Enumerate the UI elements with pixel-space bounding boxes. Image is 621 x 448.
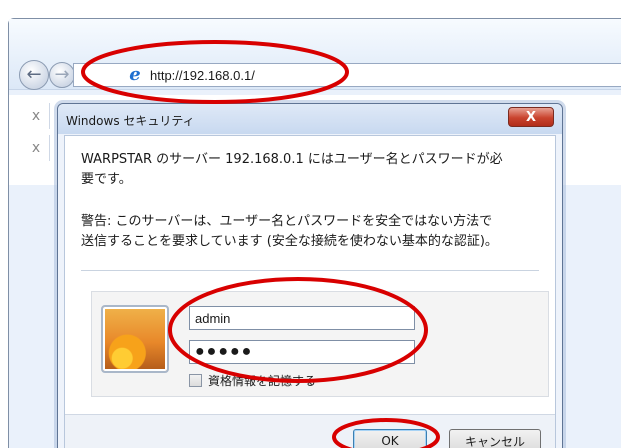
credential-panel: admin ●●●●● 資格情報を記憶する [91, 291, 549, 397]
forward-arrow-icon: → [54, 64, 70, 85]
ie-logo-icon: e [129, 64, 141, 85]
divider [81, 270, 539, 271]
close-icon: x [31, 108, 41, 124]
username-value: admin [195, 310, 231, 326]
remember-credentials-row[interactable]: 資格情報を記憶する [189, 372, 316, 389]
warning-message-line-1: 警告: このサーバーは、ユーザー名とパスワードを安全ではない方法で [81, 214, 493, 229]
password-value: ●●●●● [195, 343, 254, 360]
server-message-line-1: WARPSTAR のサーバー 192.168.0.1 にはユーザー名とパスワード… [81, 152, 503, 167]
dialog-content: WARPSTAR のサーバー 192.168.0.1 にはユーザー名とパスワード… [64, 135, 556, 448]
cancel-button[interactable]: キャンセル [449, 429, 541, 448]
forward-button[interactable]: → [49, 62, 75, 88]
server-message-line-2: 要です。 [81, 172, 132, 187]
warning-message: 警告: このサーバーは、ユーザー名とパスワードを安全ではない方法で 送信すること… [81, 212, 498, 252]
back-button[interactable]: ← [19, 60, 49, 90]
user-avatar-icon [101, 305, 169, 373]
address-bar[interactable]: e http://192.168.0.1/ [73, 63, 621, 87]
remember-credentials-label: 資格情報を記憶する [208, 374, 317, 388]
security-dialog: Windows セキュリティ X WARPSTAR のサーバー 192.168.… [57, 103, 563, 448]
server-message: WARPSTAR のサーバー 192.168.0.1 にはユーザー名とパスワード… [81, 150, 503, 190]
dialog-close-button[interactable]: X [508, 107, 554, 127]
close-tab-button-2[interactable]: x [23, 135, 50, 161]
dialog-footer: OK キャンセル [65, 414, 555, 448]
close-icon: X [525, 109, 537, 125]
username-field[interactable]: admin [189, 306, 415, 330]
close-icon: x [31, 140, 41, 156]
browser-toolbar: ← → e http://192.168.0.1/ [9, 19, 621, 90]
warning-message-line-2: 送信することを要求しています (安全な接続を使わない基本的な認証)。 [81, 234, 498, 249]
dialog-title: Windows セキュリティ [66, 114, 195, 128]
ok-button[interactable]: OK [353, 429, 427, 448]
remember-credentials-checkbox[interactable] [189, 374, 202, 387]
back-arrow-icon: ← [26, 64, 42, 85]
close-tab-button[interactable]: x [23, 103, 50, 129]
dialog-title-bar[interactable]: Windows セキュリティ X [58, 104, 562, 134]
screenshot: ← → e http://192.168.0.1/ x x Windows セキ… [0, 0, 621, 448]
address-url: http://192.168.0.1/ [150, 67, 255, 83]
password-field[interactable]: ●●●●● [189, 340, 415, 364]
